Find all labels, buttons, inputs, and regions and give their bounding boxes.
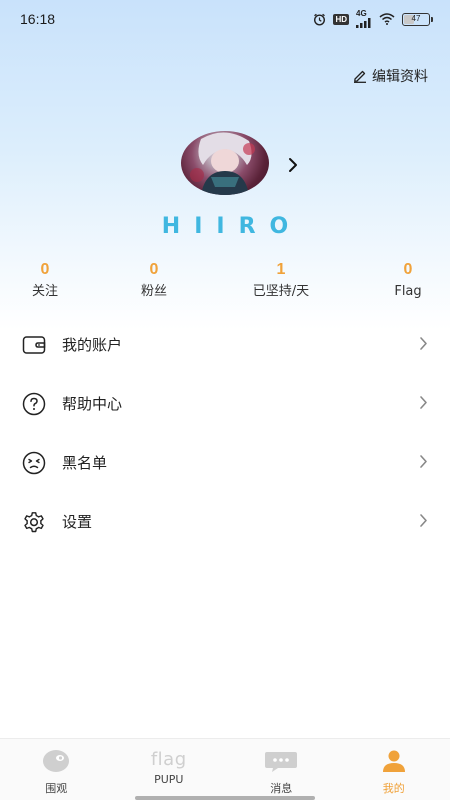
cellular-signal-icon: 4G xyxy=(356,10,372,28)
tab-label: 围观 xyxy=(45,782,68,795)
message-icon xyxy=(264,749,298,777)
blacklist-icon xyxy=(22,451,46,475)
tab-messages[interactable]: 消息 xyxy=(225,739,338,800)
battery-icon: 47 xyxy=(402,12,433,26)
stat-flag[interactable]: 0 Flag xyxy=(363,259,450,300)
menu-list: 我的账户 帮助中心 黑名单 设置 xyxy=(0,315,450,551)
menu-label: 我的账户 xyxy=(62,336,123,354)
chevron-right-icon[interactable] xyxy=(287,157,299,177)
menu-item-settings[interactable]: 设置 xyxy=(0,492,450,551)
tab-explore[interactable]: 围观 xyxy=(0,739,113,800)
settings-icon xyxy=(22,510,46,534)
stats-row: 0 关注 0 粉丝 1 已坚持/天 0 Flag xyxy=(0,259,450,309)
chevron-right-icon xyxy=(419,512,428,531)
tab-label: 消息 xyxy=(270,782,293,795)
wallet-icon xyxy=(22,333,46,357)
hd-badge: HD xyxy=(333,13,349,25)
explore-icon xyxy=(41,749,71,777)
chevron-right-icon xyxy=(419,394,428,413)
home-indicator xyxy=(135,796,315,800)
stat-value: 0 xyxy=(149,261,159,278)
stat-value: 0 xyxy=(403,261,413,278)
menu-label: 黑名单 xyxy=(62,454,108,472)
alarm-icon xyxy=(313,13,326,26)
tab-label: PUPU xyxy=(154,773,184,786)
menu-label: 帮助中心 xyxy=(62,395,123,413)
battery-percent: 47 xyxy=(411,14,421,23)
tab-profile[interactable]: 我的 xyxy=(338,739,450,800)
network-type-label: 4G xyxy=(356,9,367,18)
menu-item-help[interactable]: 帮助中心 xyxy=(0,374,450,433)
profile-icon xyxy=(381,749,407,777)
status-time: 16:18 xyxy=(20,11,56,27)
status-bar: 16:18 HD 4G 47 xyxy=(0,0,450,38)
wifi-icon xyxy=(379,13,395,25)
edit-profile-button[interactable]: 编辑资料 xyxy=(353,66,428,86)
menu-item-blacklist[interactable]: 黑名单 xyxy=(0,433,450,492)
menu-label: 设置 xyxy=(62,513,93,531)
stat-label: 粉丝 xyxy=(140,284,167,299)
stat-fans[interactable]: 0 粉丝 xyxy=(109,259,199,300)
stat-label: 关注 xyxy=(31,284,58,299)
menu-item-account[interactable]: 我的账户 xyxy=(0,315,450,374)
status-icons: HD 4G 47 xyxy=(313,10,433,28)
stat-label: Flag xyxy=(394,284,422,299)
flag-icon: flag xyxy=(150,749,187,770)
chevron-right-icon xyxy=(419,453,428,472)
stat-label: 已坚持/天 xyxy=(252,284,310,299)
bottom-tab-bar: 围观 flag PUPU 消息 我的 xyxy=(0,738,450,800)
avatar[interactable] xyxy=(181,131,269,195)
chevron-right-icon xyxy=(419,335,428,354)
username: HIIRO xyxy=(161,214,303,239)
edit-profile-label: 编辑资料 xyxy=(372,69,428,85)
stat-value: 0 xyxy=(40,261,50,278)
stat-streak-days[interactable]: 1 已坚持/天 xyxy=(236,259,326,300)
pencil-icon xyxy=(353,69,367,83)
tab-pupu[interactable]: flag PUPU xyxy=(113,739,226,800)
profile-page: 编辑资料 HIIRO 0 关注 0 粉丝 1 已坚持/天 0 Flag 我的账户… xyxy=(0,0,450,800)
help-icon xyxy=(22,392,46,416)
tab-label: 我的 xyxy=(382,782,405,795)
stat-following[interactable]: 0 关注 xyxy=(0,259,90,300)
stat-value: 1 xyxy=(276,261,286,278)
